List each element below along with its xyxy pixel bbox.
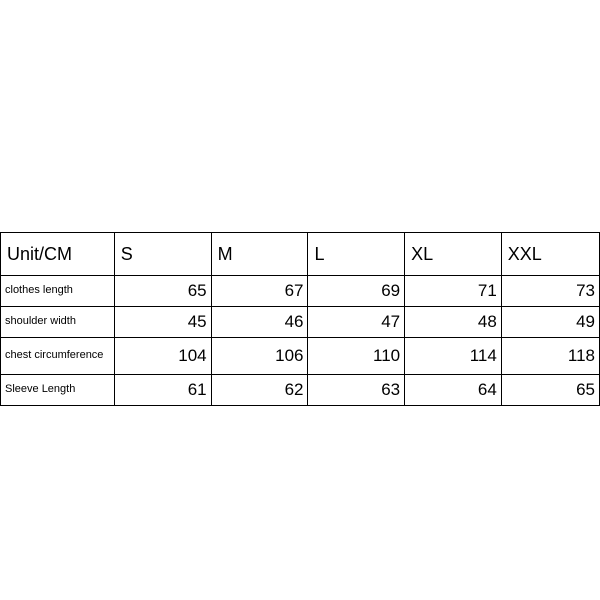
cell: 48 xyxy=(405,307,502,338)
table-row: clothes length 65 67 69 71 73 xyxy=(1,276,600,307)
size-col-m: M xyxy=(211,233,308,276)
table-row: Sleeve Length 61 62 63 64 65 xyxy=(1,375,600,406)
row-label: clothes length xyxy=(1,276,115,307)
size-col-xl: XL xyxy=(405,233,502,276)
cell: 67 xyxy=(211,276,308,307)
cell: 118 xyxy=(501,338,599,375)
cell: 49 xyxy=(501,307,599,338)
cell: 47 xyxy=(308,307,405,338)
cell: 61 xyxy=(114,375,211,406)
cell: 62 xyxy=(211,375,308,406)
table-row: chest circumference 104 106 110 114 118 xyxy=(1,338,600,375)
cell: 104 xyxy=(114,338,211,375)
cell: 106 xyxy=(211,338,308,375)
table-row: shoulder width 45 46 47 48 49 xyxy=(1,307,600,338)
row-label: chest circumference xyxy=(1,338,115,375)
cell: 71 xyxy=(405,276,502,307)
unit-header: Unit/CM xyxy=(1,233,115,276)
cell: 65 xyxy=(501,375,599,406)
size-col-l: L xyxy=(308,233,405,276)
cell: 46 xyxy=(211,307,308,338)
cell: 69 xyxy=(308,276,405,307)
cell: 65 xyxy=(114,276,211,307)
size-chart-table: Unit/CM S M L XL XXL clothes length 65 6… xyxy=(0,232,600,406)
cell: 110 xyxy=(308,338,405,375)
cell: 63 xyxy=(308,375,405,406)
row-label: shoulder width xyxy=(1,307,115,338)
size-col-xxl: XXL xyxy=(501,233,599,276)
cell: 64 xyxy=(405,375,502,406)
row-label: Sleeve Length xyxy=(1,375,115,406)
cell: 114 xyxy=(405,338,502,375)
size-col-s: S xyxy=(114,233,211,276)
header-row: Unit/CM S M L XL XXL xyxy=(1,233,600,276)
cell: 45 xyxy=(114,307,211,338)
cell: 73 xyxy=(501,276,599,307)
